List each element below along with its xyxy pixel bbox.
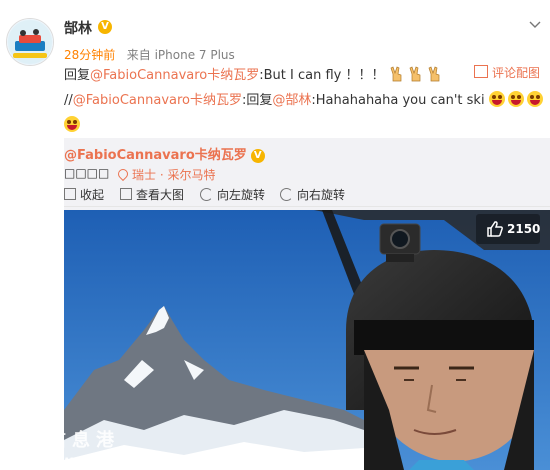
mention-link[interactable]: @FabioCannavaro卡纳瓦罗 [90, 68, 259, 83]
repost-text: □□□□ [64, 166, 110, 180]
verified-badge: V [250, 149, 265, 163]
collapse-label: 收起 [80, 188, 105, 202]
mention-link[interactable]: @郜林 [272, 93, 311, 108]
tongue-emoji-icon [64, 116, 80, 132]
tongue-emoji-icon [526, 91, 543, 107]
like-count: 2150 [507, 222, 541, 236]
post-source[interactable]: 来自 iPhone 7 Plus [127, 48, 235, 62]
watermark-title: 深圳信息港 [0, 430, 120, 451]
comment-picture-link[interactable]: 评论配图 [473, 64, 540, 81]
repost-header: @FabioCannavaro卡纳瓦罗 V □□□□ 瑞士 · 采尔马特 收起 查… [64, 138, 550, 207]
rotate-right-button[interactable]: 向右旋转 [280, 186, 345, 203]
mention-link[interactable]: @FabioCannavaro卡纳瓦罗 [73, 93, 242, 108]
victory-emoji-icon [389, 66, 405, 82]
victory-emoji-icon [427, 66, 443, 82]
rotate-left-label: 向左旋转 [217, 188, 266, 202]
magnify-icon [120, 188, 132, 200]
tongue-emoji-icon [488, 91, 505, 107]
repost-author-name[interactable]: @FabioCannavaro卡纳瓦罗 [64, 148, 247, 163]
rotate-left-icon [200, 188, 213, 201]
site-watermark: 深圳信息港 www.zxxg.com [0, 432, 220, 470]
view-large-label: 查看大图 [136, 188, 185, 202]
post-text-line: //@FabioCannavaro卡纳瓦罗:回复@郜林:Hahahahaha y… [64, 89, 543, 113]
repost-separator: // [64, 93, 73, 108]
reply-content: :But I can fly ！！！ [259, 68, 385, 83]
weibo-post: 郜林 V 28分钟前 来自 iPhone 7 Plus 回复@FabioCann… [0, 0, 550, 470]
comment-picture-label: 评论配图 [491, 66, 540, 80]
rotate-right-label: 向右旋转 [297, 188, 346, 202]
post-meta: 28分钟前 来自 iPhone 7 Plus [64, 46, 235, 63]
image-icon [473, 65, 488, 78]
post-time[interactable]: 28分钟前 [64, 48, 115, 62]
view-large-button[interactable]: 查看大图 [120, 186, 184, 203]
reply-prefix: 回复 [64, 68, 91, 83]
avatar[interactable] [6, 18, 54, 66]
post-header: 郜林 V 28分钟前 来自 iPhone 7 Plus [64, 18, 550, 62]
post-photo[interactable] [64, 210, 550, 470]
reply-mid: :回复 [242, 93, 273, 108]
chevron-down-icon[interactable] [528, 18, 542, 32]
collapse-icon [64, 188, 76, 200]
author-name[interactable]: 郜林 [64, 18, 92, 38]
like-button[interactable]: 2150 [476, 214, 540, 244]
verified-badge: V [98, 20, 112, 34]
location-label: 瑞士 · 采尔马特 [132, 168, 216, 182]
reply-content: :Hahahahaha you can't ski [311, 93, 485, 108]
tongue-emoji-icon [507, 91, 524, 107]
thumbs-up-icon [487, 221, 503, 237]
repost-author[interactable]: @FabioCannavaro卡纳瓦罗 V [64, 144, 265, 163]
location-link[interactable]: 瑞士 · 采尔马特 [115, 166, 216, 183]
post-text-line: 回复@FabioCannavaro卡纳瓦罗:But I can fly ！！！ [64, 64, 542, 88]
image-toolbar: 收起 查看大图 向左旋转 向右旋转 [64, 186, 550, 202]
victory-emoji-icon [408, 66, 424, 82]
rotate-right-icon [280, 188, 293, 201]
rotate-left-button[interactable]: 向左旋转 [200, 186, 265, 203]
post-text-line [64, 114, 542, 138]
location-pin-icon [115, 166, 131, 182]
collapse-button[interactable]: 收起 [64, 186, 104, 203]
watermark-url: www.zxxg.com [26, 452, 188, 470]
